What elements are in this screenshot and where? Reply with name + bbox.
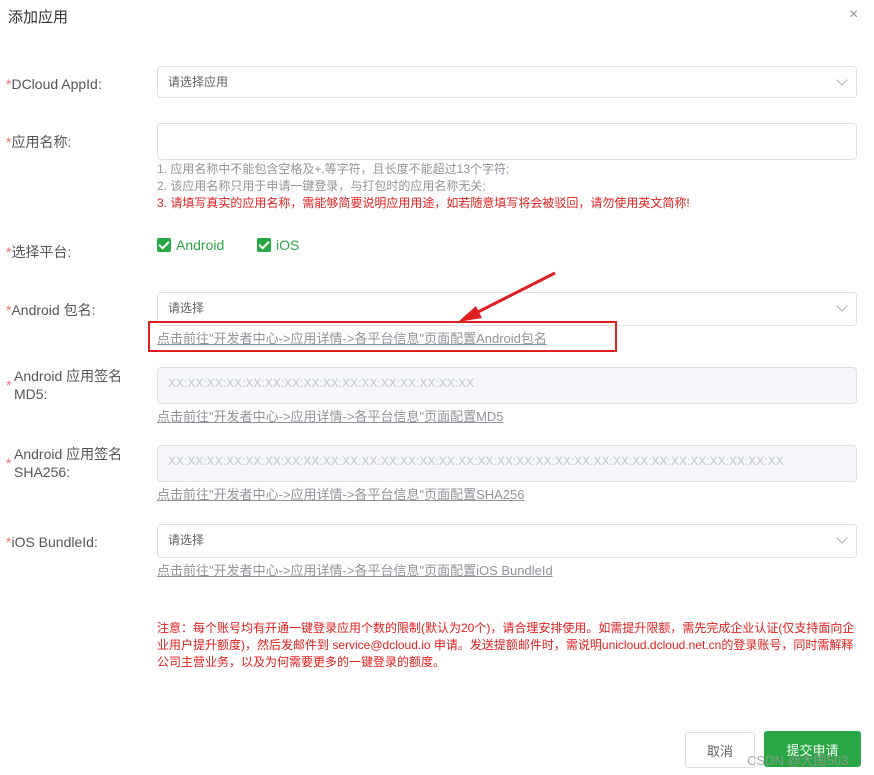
chevron-down-icon bbox=[836, 300, 848, 312]
quota-notice: 注意：每个账号均有开通一键登录应用个数的限制(默认为20个)，请合理安排使用。如… bbox=[157, 621, 855, 669]
cancel-button[interactable]: 取消 bbox=[685, 732, 755, 768]
app-name-label: *应用名称: bbox=[6, 134, 72, 150]
chevron-down-icon bbox=[836, 532, 848, 544]
arrow-annotation-icon bbox=[458, 271, 556, 322]
app-name-hint-2: 2. 该应用名称只用于申请一键登录，与打包时的应用名称无关; bbox=[157, 179, 486, 193]
required-mark: * bbox=[6, 377, 12, 393]
app-name-input[interactable] bbox=[157, 123, 857, 160]
checkbox-android[interactable]: Android bbox=[157, 237, 224, 253]
ios-bundle-placeholder: 请选择 bbox=[168, 533, 205, 547]
android-package-placeholder: 请选择 bbox=[168, 301, 205, 315]
appid-select-placeholder: 请选择应用 bbox=[168, 75, 229, 89]
watermark: CSDN @大国503 bbox=[747, 753, 849, 768]
appid-select[interactable]: 请选择应用 bbox=[157, 66, 857, 98]
checkmark-icon bbox=[157, 238, 171, 252]
checkbox-ios-label: iOS bbox=[276, 237, 300, 253]
dialog-title: 添加应用 bbox=[8, 9, 69, 26]
close-icon[interactable]: × bbox=[849, 6, 858, 24]
appid-label: *DCloud AppId: bbox=[6, 76, 102, 92]
android-md5-input: XX:XX:XX:XX:XX:XX:XX:XX:XX:XX:XX:XX:XX:X… bbox=[157, 367, 857, 404]
platform-label: *选择平台: bbox=[6, 244, 72, 260]
checkbox-ios[interactable]: iOS bbox=[257, 237, 299, 253]
chevron-down-icon bbox=[836, 74, 848, 86]
android-sha256-input: XX:XX:XX:XX:XX:XX:XX:XX:XX:XX:XX:XX:XX:X… bbox=[157, 445, 857, 482]
ios-bundle-label: *iOS BundleId: bbox=[6, 534, 98, 550]
ios-bundle-select[interactable]: 请选择 bbox=[157, 524, 857, 558]
android-md5-label: * Android 应用签名 MD5: bbox=[6, 368, 123, 402]
android-sha256-label: * Android 应用签名 SHA256: bbox=[6, 446, 123, 480]
app-name-warning: 3. 请填写真实的应用名称，需能够简要说明应用用途，如若随意填写将会被驳回，请勿… bbox=[157, 196, 690, 210]
ios-bundle-link[interactable]: 点击前往"开发者中心->应用详情->各平台信息"页面配置iOS BundleId bbox=[157, 560, 553, 579]
android-sha256-link[interactable]: 点击前往"开发者中心->应用详情->各平台信息"页面配置SHA256 bbox=[157, 484, 525, 503]
android-package-label: *Android 包名: bbox=[6, 302, 96, 318]
checkmark-icon bbox=[257, 238, 271, 252]
required-mark: * bbox=[6, 455, 12, 471]
app-name-hint-1: 1. 应用名称中不能包含空格及+,等字符，且长度不能超过13个字符; bbox=[157, 162, 510, 176]
checkbox-android-label: Android bbox=[176, 237, 225, 253]
android-md5-link[interactable]: 点击前往"开发者中心->应用详情->各平台信息"页面配置MD5 bbox=[157, 406, 504, 425]
